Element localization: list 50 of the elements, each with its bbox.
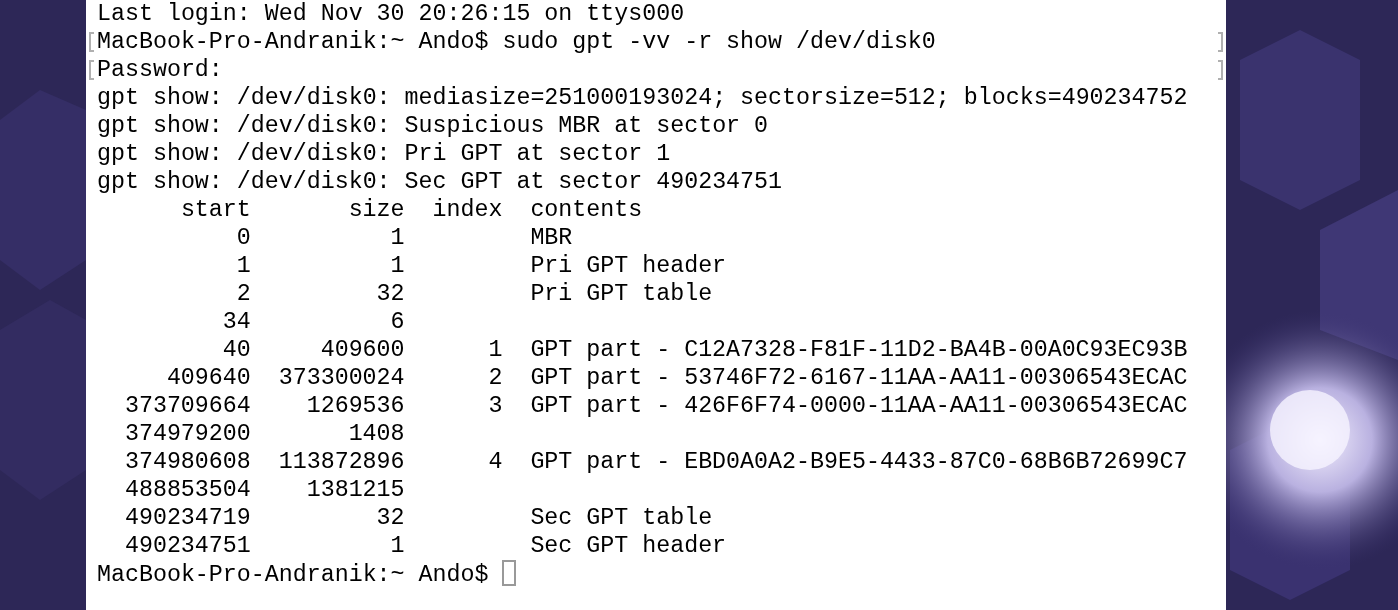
table-cell: 0 xyxy=(236,224,251,252)
table-cell: 409600 xyxy=(320,336,405,364)
table-cell: 488853504 xyxy=(124,476,251,504)
table-cell: Pri GPT header xyxy=(530,252,727,280)
terminal-line: MacBook-Pro-Andranik:~ Ando$ sudo gpt -vv -r show /dev/disk0 xyxy=(97,29,936,55)
terminal-line: gpt show: /dev/disk0: Pri GPT at sector 1 xyxy=(97,141,671,167)
table-cell: 1 xyxy=(390,224,405,252)
column-header: start xyxy=(180,196,251,224)
table-cell: 1381215 xyxy=(306,476,405,504)
table-cell: 1408 xyxy=(348,420,405,448)
table-cell: 32 xyxy=(376,280,405,308)
table-cell: 40 xyxy=(222,336,251,364)
table-cell: 1 xyxy=(390,532,405,560)
column-header: contents xyxy=(530,196,643,224)
terminal-line: gpt show: /dev/disk0: Sec GPT at sector 490234751 xyxy=(97,169,783,195)
table-cell: GPT part - EBD0A0A2-B9E5-4433-87C0-68B6B72699C7 xyxy=(530,448,1188,476)
table-cell: 32 xyxy=(376,504,405,532)
table-cell: 1 xyxy=(236,252,251,280)
table-cell: 6 xyxy=(390,308,405,336)
table-cell: Pri GPT table xyxy=(530,280,713,308)
table-cell: 490234751 xyxy=(124,532,251,560)
table-cell: 374980608 xyxy=(124,448,251,476)
table-cell: GPT part - C12A7328-F81F-11D2-BA4B-00A0C93EC93B xyxy=(530,336,1188,364)
table-cell: 373300024 xyxy=(278,364,405,392)
table-cell: 409640 xyxy=(166,364,251,392)
terminal-line: gpt show: /dev/disk0: mediasize=251000193024; sectorsize=512; blocks=490234752 xyxy=(97,85,1188,111)
table-cell: 490234719 xyxy=(124,504,251,532)
table-cell: 373709664 xyxy=(124,392,251,420)
table-cell: 374979200 xyxy=(124,420,251,448)
table-cell: 1 xyxy=(488,336,503,364)
table-cell: GPT part - 426F6F74-0000-11AA-AA11-00306543ECAC xyxy=(530,392,1188,420)
table-cell: 113872896 xyxy=(278,448,405,476)
terminal-line: gpt show: /dev/disk0: Suspicious MBR at sector 0 xyxy=(97,113,769,139)
column-header: size xyxy=(348,196,405,224)
table-cell: 1269536 xyxy=(306,392,405,420)
table-cell: 4 xyxy=(488,448,503,476)
table-cell: 1 xyxy=(390,252,405,280)
table-cell: 3 xyxy=(488,392,503,420)
table-cell: 34 xyxy=(222,308,251,336)
table-cell: Sec GPT table xyxy=(530,504,713,532)
table-cell: Sec GPT header xyxy=(530,532,727,560)
table-cell: GPT part - 53746F72-6167-11AA-AA11-00306543ECAC xyxy=(530,364,1188,392)
prompt-text: MacBook-Pro-Andranik:~ Ando$ xyxy=(97,562,489,588)
column-header: index xyxy=(432,196,503,224)
table-cell: 2 xyxy=(236,280,251,308)
terminal-line: Last login: Wed Nov 30 20:26:15 on ttys000 xyxy=(97,1,685,27)
text-cursor xyxy=(502,560,517,586)
terminal-line: Password: xyxy=(97,57,223,83)
table-cell: MBR xyxy=(530,224,573,252)
table-cell: 2 xyxy=(488,364,503,392)
